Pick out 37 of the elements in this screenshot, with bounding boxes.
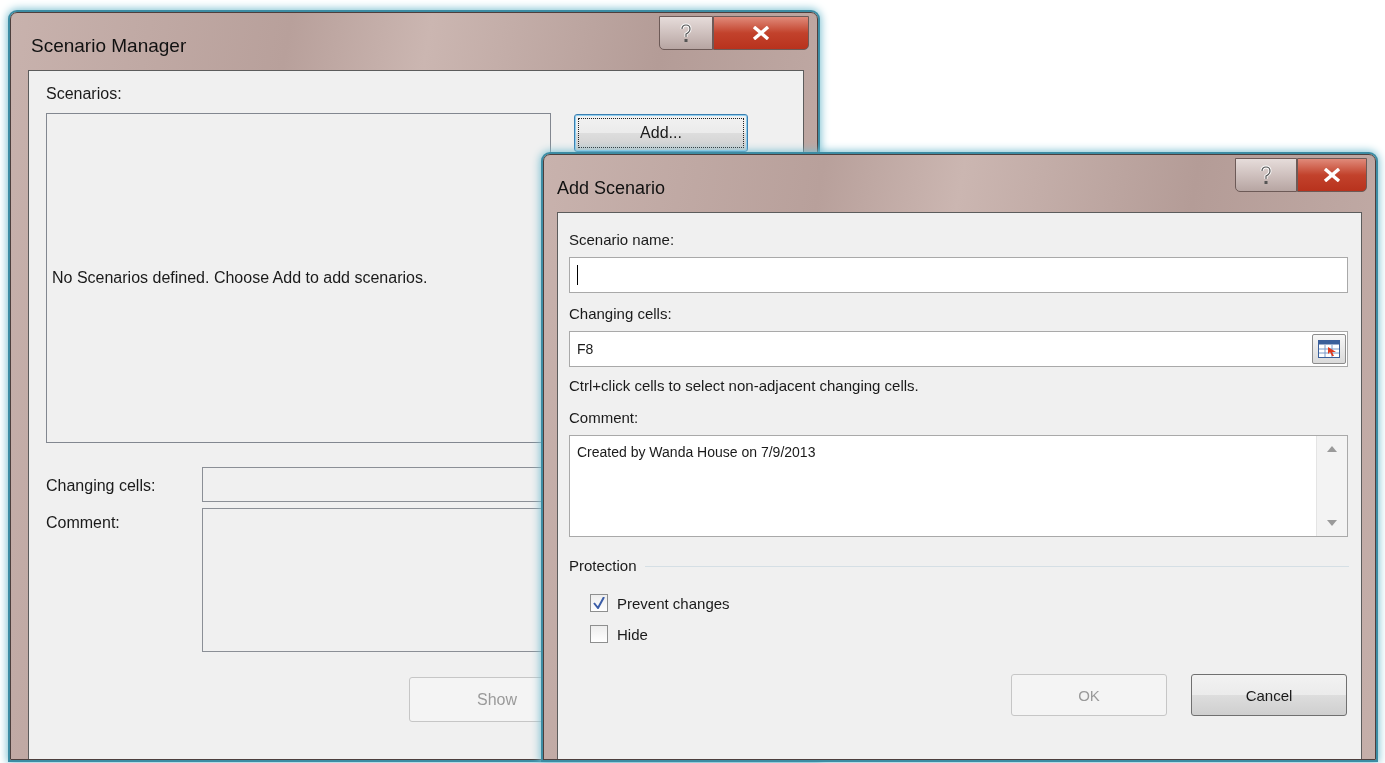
checkbox-label: Hide — [617, 625, 648, 643]
text-caret — [577, 265, 578, 285]
field-value: F8 — [577, 341, 595, 357]
field-label: Scenario name: — [569, 230, 676, 250]
help-icon — [1259, 165, 1273, 185]
window-title: Scenario Manager — [31, 34, 187, 58]
add-button[interactable]: Add... — [574, 114, 748, 152]
close-button[interactable] — [713, 16, 809, 50]
input-field[interactable] — [569, 257, 1348, 293]
field-label: Changing cells: — [569, 304, 673, 324]
range-select-button[interactable] — [1312, 334, 1346, 364]
cancel-button[interactable]: Cancel — [1191, 674, 1347, 716]
field-label: Changing cells: — [46, 476, 157, 496]
scroll-up-icon — [1327, 446, 1337, 452]
close-icon — [752, 26, 770, 40]
comment-field[interactable]: Created by Wanda House on 7/9/2013 — [569, 435, 1348, 537]
scrollbar[interactable] — [1316, 436, 1347, 536]
checkbox[interactable] — [590, 594, 608, 612]
checkmark-icon — [593, 597, 605, 609]
help-icon — [679, 23, 693, 43]
close-button[interactable] — [1297, 158, 1367, 192]
scroll-down-icon — [1327, 520, 1337, 526]
hint-text: Ctrl+click cells to select non-adjacent changing cells. — [569, 376, 920, 396]
grid-icon — [1318, 340, 1340, 358]
checkbox[interactable] — [590, 625, 608, 643]
comment-text: Created by Wanda House on 7/9/2013 — [576, 443, 817, 462]
input-field[interactable]: F8 — [569, 331, 1348, 367]
checkbox-label: Prevent changes — [617, 594, 730, 612]
field-label: Scenarios: — [46, 84, 123, 104]
help-button[interactable] — [1235, 158, 1297, 192]
field-label: Comment: — [569, 408, 640, 428]
group-label: Protection — [569, 556, 637, 576]
empty-message: No Scenarios defined. Choose Add to add scenarios. — [52, 268, 428, 288]
help-button[interactable] — [659, 16, 713, 50]
window-title: Add Scenario — [557, 177, 666, 200]
close-icon — [1323, 168, 1341, 182]
field-label: Comment: — [46, 513, 121, 533]
